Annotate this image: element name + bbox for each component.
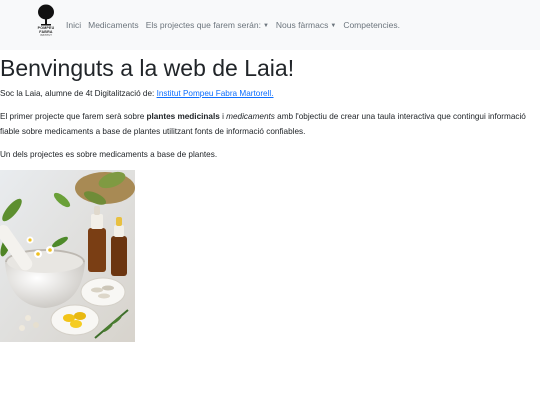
nav-label: Competencies. [343,20,401,30]
nav-label: Medicaments [88,20,139,30]
nav-menu: Inici Medicaments Els projectes que fare… [66,20,407,30]
intro-paragraph: Soc la Laia, alumne de 4t Digitalització… [0,86,540,101]
tree-icon [38,4,54,26]
nav-label: Els projectes que farem serán: [145,20,261,30]
projects-paragraph: Un dels projectes es sobre medicaments a… [0,150,218,159]
institut-link[interactable]: Institut Pompeu Fabra Martorell. [157,89,274,98]
nav-label: Inici [66,20,82,30]
para-italic: medicaments [226,112,275,121]
caret-down-icon: ▼ [330,22,337,29]
intro-text: Soc la Laia, alumne de 4t Digitalització… [0,89,157,98]
herbal-medicine-image [0,170,135,342]
nav-item-competencies[interactable]: Competencies. [343,20,400,30]
nav-label: Nous fàrmacs [275,20,329,30]
para-bold: plantes medicinals [146,112,220,121]
logo[interactable]: POMPEU FABRA INSTITUT [36,4,56,46]
page-title: Benvinguts a la web de Laia! [0,55,295,81]
nav-dropdown-projectes[interactable]: Els projectes que farem serán: ▼ [146,20,269,30]
logo-line3: INSTITUT [40,34,52,37]
nav-dropdown-farmacs[interactable]: Nous fàrmacs ▼ [276,20,336,30]
caret-down-icon: ▼ [262,22,269,29]
navbar: POMPEU FABRA INSTITUT Inici Medicaments … [0,0,540,50]
project-paragraph: El primer projecte que farem serà sobre … [0,109,540,139]
main-content: Benvinguts a la web de Laia! Soc la Laia… [0,54,540,342]
para-text: El primer projecte que farem serà sobre [0,112,147,121]
nav-item-medicaments[interactable]: Medicaments [88,20,139,30]
nav-item-inici[interactable]: Inici [66,20,81,30]
